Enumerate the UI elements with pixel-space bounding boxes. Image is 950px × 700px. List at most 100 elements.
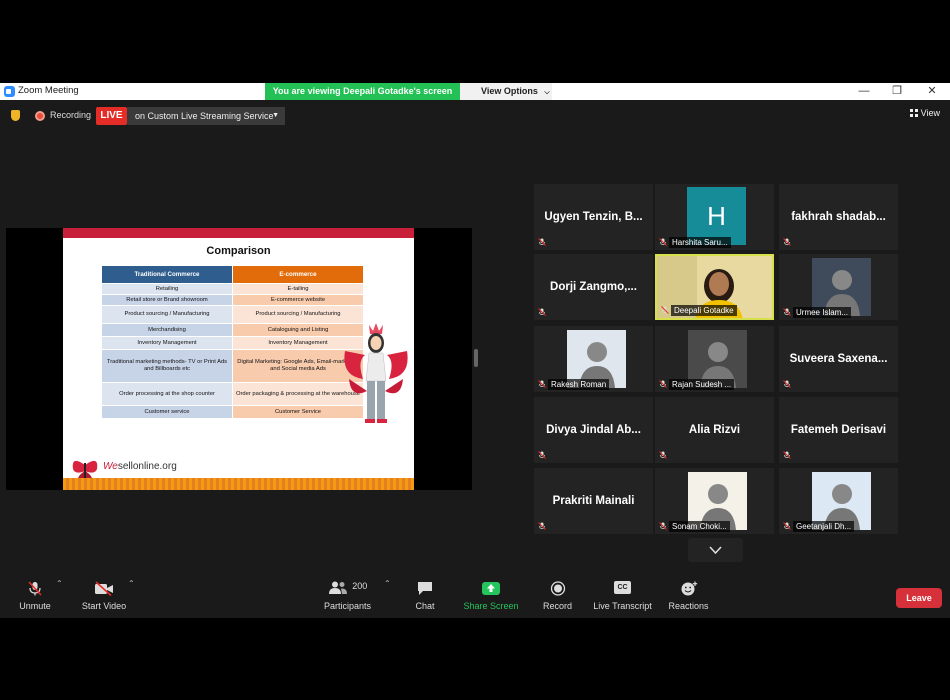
participant-tile[interactable]: Prakriti Mainali [534, 468, 653, 534]
start-video-button[interactable]: Start Video [78, 581, 130, 611]
participant-tile[interactable]: Sonam Choki... [655, 468, 774, 534]
participants-icon-row: 200 [320, 581, 375, 596]
participant-tile[interactable]: Alia Rizvi [655, 397, 774, 463]
muted-microphone-icon [783, 380, 791, 388]
unmute-label: Unmute [19, 601, 51, 611]
participant-tile[interactable]: Ugyen Tenzin, B... [534, 184, 653, 250]
participants-button[interactable]: 200 Participants [320, 581, 375, 611]
start-video-label: Start Video [81, 601, 127, 611]
restore-button[interactable]: ❐ [882, 83, 912, 100]
participant-count: 200 [352, 581, 368, 591]
participant-name-caption: Sonam Choki... [669, 521, 730, 532]
traditional-cell: Traditional marketing methods- TV or Pri… [101, 349, 233, 383]
participant-tile[interactable]: Dorji Zangmo,... [534, 254, 653, 320]
video-options-caret-icon[interactable]: ⌃ [128, 579, 135, 588]
slide-header-bar [63, 228, 414, 238]
muted-microphone-icon [538, 308, 546, 316]
participant-tile[interactable]: Urmee Islam... [779, 254, 898, 320]
close-button[interactable]: ✕ [917, 83, 947, 100]
slide-title: Comparison [206, 245, 271, 257]
participant-name-caption: Urmee Islam... [793, 307, 852, 318]
chevron-down-icon [709, 546, 722, 555]
record-button[interactable]: Record [540, 581, 575, 611]
participant-tile[interactable]: H Harshita Saru... [655, 184, 774, 250]
participant-name: Prakriti Mainali [552, 495, 635, 507]
participant-tile[interactable]: Fatemeh Derisavi [779, 397, 898, 463]
participants-label: Participants [323, 601, 372, 611]
participant-name: Alia Rizvi [688, 424, 741, 436]
comparison-table: Traditional Commerce E-commerce Retailin… [101, 265, 364, 419]
muted-microphone-icon [659, 451, 667, 459]
participant-name: Suveera Saxena... [789, 353, 888, 365]
participants-options-caret-icon[interactable]: ⌃ [384, 579, 391, 588]
traditional-cell: Order processing at the shop counter [101, 382, 233, 406]
participant-name: Ugyen Tenzin, B... [544, 211, 643, 223]
participant-name-caption: Rakesh Roman [548, 379, 610, 390]
reactions-button[interactable]: Reactions [666, 581, 711, 611]
view-options-label: View Options [481, 86, 538, 96]
traditional-cell: Retail store or Brand showroom [101, 294, 233, 306]
caret-down-icon: ▼ [272, 112, 279, 119]
column-header: Traditional Commerce [101, 265, 233, 284]
mascot-illustration [344, 323, 408, 423]
muted-microphone-icon [659, 522, 667, 530]
participant-tile[interactable]: Divya Jindal Ab... [534, 397, 653, 463]
participant-tile[interactable]: fakhrah shadab... [779, 184, 898, 250]
participant-tile[interactable]: Deepali Gotadke [655, 254, 774, 320]
viewing-screen-banner: You are viewing Deepali Gotadke's screen [265, 83, 460, 100]
recording-icon [35, 111, 45, 121]
participant-tile[interactable]: Rakesh Roman [534, 326, 653, 392]
muted-microphone-icon [659, 380, 667, 388]
table-row: Retailing E-tailing [101, 283, 364, 295]
audio-options-caret-icon[interactable]: ⌃ [56, 579, 63, 588]
chat-button[interactable]: Chat [410, 581, 440, 611]
security-shield-icon[interactable] [11, 110, 20, 121]
participant-tile[interactable]: Geetanjali Dh... [779, 468, 898, 534]
share-screen-button[interactable]: Share Screen [462, 581, 520, 611]
chevron-down-icon: ⌵ [544, 89, 550, 96]
live-badge: LIVE [96, 107, 127, 125]
share-screen-label: Share Screen [463, 601, 519, 611]
muted-microphone-icon [538, 522, 546, 530]
traditional-cell: Retailing [101, 283, 233, 295]
participant-tile[interactable]: Suveera Saxena... [779, 326, 898, 392]
reactions-label: Reactions [668, 601, 709, 611]
table-row: Order processing at the shop counter Orde… [101, 382, 364, 406]
view-button[interactable]: View [909, 108, 940, 118]
title-bar: Zoom Meeting You are viewing Deepali Got… [0, 83, 950, 100]
muted-microphone-icon [783, 308, 791, 316]
live-stream-dropdown[interactable]: on Custom Live Streaming Service ▼ [127, 107, 285, 125]
window-title: Zoom Meeting [18, 85, 79, 96]
gallery-next-page-button[interactable] [688, 538, 743, 562]
table-row: Traditional marketing methods- TV or Pri… [101, 349, 364, 383]
slide-website-url: Wesellonline.org [103, 461, 177, 472]
muted-microphone-icon [28, 581, 42, 596]
muted-microphone-icon [783, 451, 791, 459]
zoom-window: Zoom Meeting You are viewing Deepali Got… [0, 83, 950, 618]
live-transcript-button[interactable]: CC Live Transcript [590, 581, 655, 611]
share-screen-icon [482, 582, 500, 595]
minimize-button[interactable]: — [849, 83, 879, 100]
participant-name-caption: Rajan Sudesh ... [669, 379, 735, 390]
muted-microphone-icon [783, 522, 791, 530]
live-transcript-label: Live Transcript [593, 601, 652, 611]
leave-button[interactable]: Leave [896, 588, 942, 608]
meeting-toolbar: Unmute ⌃ Start Video ⌃ 200 Participants … [0, 573, 950, 618]
traditional-cell: Customer service [101, 405, 233, 419]
people-icon [328, 581, 347, 594]
table-header-row: Traditional Commerce E-commerce [101, 265, 364, 284]
unmute-button[interactable]: Unmute [15, 581, 55, 611]
recording-label: Recording [50, 110, 92, 120]
table-row: Product sourcing / Manufacturing Product … [101, 305, 364, 324]
participant-name: Dorji Zangmo,... [550, 281, 637, 293]
participant-tile[interactable]: Rajan Sudesh ... [655, 326, 774, 392]
traditional-cell: Merchandising [101, 323, 233, 337]
muted-microphone-icon [661, 306, 669, 314]
chat-label: Chat [415, 601, 435, 611]
url-rest: sellonline.org [117, 461, 177, 472]
muted-microphone-icon [783, 238, 791, 246]
muted-microphone-icon [538, 380, 546, 388]
panel-splitter-handle[interactable] [474, 349, 478, 367]
view-options-button[interactable]: View Options ⌵ [460, 83, 552, 100]
slide-footer-bar [63, 478, 414, 490]
